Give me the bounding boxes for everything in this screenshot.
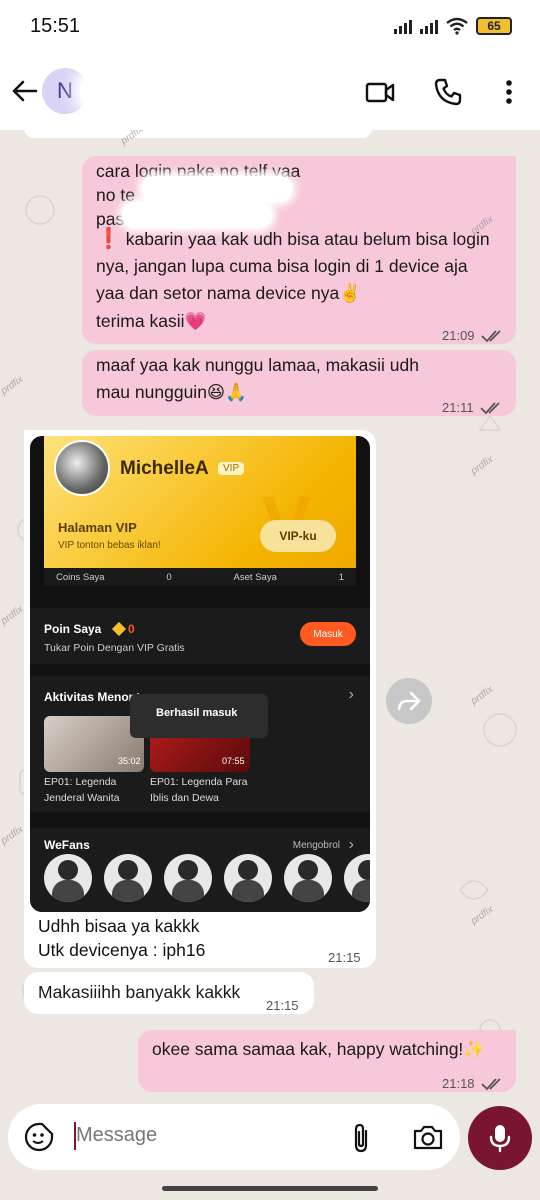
wefans-link: Mengobrol — [292, 840, 340, 851]
camera-icon[interactable] — [412, 1123, 444, 1151]
message-text: ❗ kabarin yaa kak udh bisa atau belum bi… — [96, 226, 500, 307]
pink-heart-emoji: 💗 — [184, 311, 207, 331]
message-timestamp: 21:15 — [328, 950, 361, 965]
video-title: Jenderal Wanita — [44, 792, 120, 804]
video-duration: 35:02 — [118, 756, 141, 766]
redacted-block — [142, 176, 292, 202]
video-call-icon[interactable] — [364, 76, 396, 108]
forward-icon — [397, 691, 421, 711]
message-time: 21:15 — [266, 992, 299, 1019]
message-bubble-outgoing[interactable]: okee sama samaa kak, happy watching!✨ 21… — [138, 1030, 516, 1092]
points-title: Poin Saya — [44, 622, 102, 636]
message-timestamp: 21:15 — [266, 998, 299, 1013]
profile-avatar — [54, 440, 110, 496]
status-icons: 65 — [394, 17, 512, 35]
video-title: EP01: Legenda — [44, 776, 117, 788]
message-timestamp: 21:18 — [442, 1076, 475, 1091]
points-value: 0 — [128, 622, 135, 636]
video-title: EP01: Legenda Para — [150, 776, 248, 788]
sparkles-emoji: ✨ — [463, 1039, 486, 1059]
double-check-icon — [480, 329, 501, 342]
coins-label: Coins Saya — [56, 571, 105, 583]
message-bubble-incoming[interactable]: Makasiiihh banyakk kakkk 21:15 — [24, 972, 314, 1014]
double-check-icon — [480, 1077, 501, 1090]
contact-name-redacted[interactable] — [80, 72, 306, 110]
masuk-button: Masuk — [300, 622, 356, 646]
gesture-nav-bar[interactable] — [162, 1186, 378, 1191]
wefans-title: WeFans — [44, 838, 90, 852]
points-section: Poin Saya 0 Tukar Poin Dengan VIP Gratis… — [30, 608, 370, 664]
message-text: kabarin yaa kak udh bisa atau belum bisa… — [96, 229, 490, 303]
message-text: okee sama samaa kak, happy watching!✨ — [152, 1036, 485, 1063]
image-caption: Utk devicenya : iph16 — [38, 940, 206, 960]
coins-row: Coins Saya 0 Aset Saya 1 — [44, 568, 356, 586]
fan-avatar — [44, 854, 92, 902]
prior-bubble-edge — [24, 130, 372, 138]
exclamation-icon: ❗ — [96, 228, 121, 250]
signal-icon-2 — [420, 18, 438, 34]
message-text: terima kasii — [96, 311, 185, 331]
message-text: terima kasii💗 — [96, 308, 206, 335]
victory-hand-emoji: ✌️ — [339, 283, 362, 303]
message-timestamp: 21:09 — [442, 328, 475, 343]
username: MichelleA — [120, 458, 209, 479]
message-text: maaf yaa kak nunggu lamaa, makasii udh m… — [96, 355, 419, 402]
fan-avatar — [224, 854, 272, 902]
image-caption: Udhh bisaa ya kakkk — [38, 916, 200, 936]
microphone-button[interactable] — [468, 1106, 532, 1170]
fan-avatar — [284, 854, 332, 902]
message-text: Makasiiihh banyakk kakkk — [38, 982, 241, 1002]
attach-icon[interactable] — [348, 1122, 374, 1154]
coins-value: 0 — [166, 571, 172, 583]
message-time: 21:18 — [442, 1070, 507, 1097]
vip-badge: VIP — [218, 462, 245, 475]
redacted-block — [122, 202, 272, 228]
microphone-icon — [489, 1125, 511, 1153]
message-bubble-outgoing[interactable]: cara login pake no telf yaa no te pas ❗ … — [82, 156, 516, 344]
fan-avatar — [104, 854, 152, 902]
chevron-right-icon: › — [348, 836, 354, 853]
message-text: okee sama samaa kak, happy watching! — [152, 1039, 464, 1059]
message-bubble-outgoing[interactable]: maaf yaa kak nunggu lamaa, makasii udh m… — [82, 350, 516, 416]
laughing-pray-emoji: 😆🙏 — [206, 382, 247, 402]
more-options-icon[interactable] — [494, 76, 524, 108]
message-time: 21:09 — [442, 322, 507, 349]
message-time: 21:11 — [442, 394, 506, 421]
fan-avatar — [164, 854, 212, 902]
toast-message: Berhasil masuk — [130, 694, 268, 738]
vip-button: VIP-ku — [260, 520, 336, 552]
battery-icon: 65 — [476, 17, 512, 35]
message-input[interactable]: Message — [76, 1124, 157, 1147]
message-time: 21:15 — [328, 950, 361, 965]
shared-image[interactable]: MichelleA VIP V Halaman VIP VIP tonton b… — [30, 436, 370, 912]
message-text: maaf yaa kak nunggu lamaa, makasii udh m… — [96, 352, 456, 406]
vip-subtitle: VIP tonton bebas iklan! — [58, 540, 161, 551]
message-timestamp: 21:11 — [442, 400, 474, 415]
chevron-right-icon: › — [348, 686, 354, 703]
diamond-icon — [111, 621, 127, 637]
chat-header: N — [0, 52, 540, 130]
wifi-icon — [446, 17, 468, 35]
message-input-bar[interactable]: Message — [8, 1104, 460, 1170]
vip-card: MichelleA VIP V Halaman VIP VIP tonton b… — [44, 436, 356, 586]
video-duration: 07:55 — [222, 756, 245, 766]
vip-title: Halaman VIP — [58, 520, 137, 535]
emoji-sticker-icon[interactable] — [24, 1122, 54, 1152]
assets-value: 1 — [338, 571, 344, 583]
double-check-icon — [479, 401, 500, 414]
assets-label: Aset Saya — [233, 571, 277, 583]
chat-area[interactable]: cara login pake no telf yaa no te pas ❗ … — [0, 130, 540, 1104]
signal-icon — [394, 18, 412, 34]
status-bar: 15:51 65 — [0, 0, 540, 52]
points-subtitle: Tukar Poin Dengan VIP Gratis — [44, 642, 185, 654]
voice-call-icon[interactable] — [432, 76, 464, 108]
status-time: 15:51 — [30, 14, 81, 37]
video-title: Iblis dan Dewa — [150, 792, 219, 804]
forward-button[interactable] — [386, 678, 432, 724]
back-arrow-icon[interactable] — [10, 76, 40, 106]
